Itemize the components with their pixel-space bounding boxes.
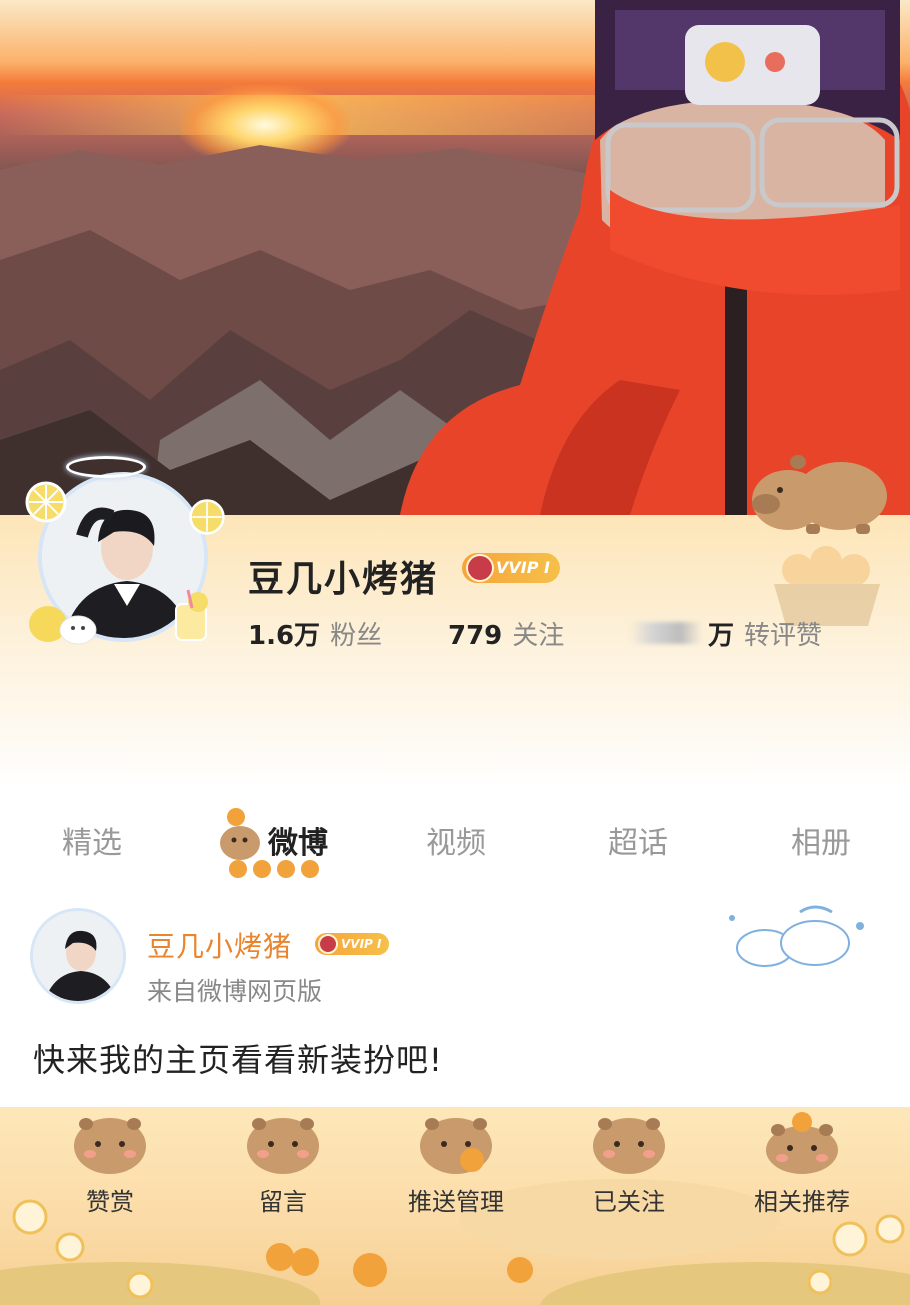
profile-username[interactable]: 豆几小烤猪	[248, 550, 438, 602]
likes-unit: 万	[708, 621, 735, 651]
following-label: 已关注	[593, 1188, 665, 1216]
capybara-reward-icon	[74, 1118, 146, 1174]
blurred-likes-count	[630, 622, 702, 644]
capybara-sticker	[752, 455, 887, 534]
cover-photo[interactable]	[0, 0, 910, 515]
vip-crown-icon	[318, 934, 338, 954]
post-vvip-badge-text: VVIP Ⅰ	[341, 937, 382, 951]
capybara-recommend-icon	[766, 1112, 838, 1174]
related-recommendations-button[interactable]: 相关推荐	[732, 1110, 872, 1217]
vip-crown-icon	[466, 554, 494, 582]
reward-label: 赞赏	[86, 1188, 134, 1216]
following-stat[interactable]: 779 关注	[448, 615, 564, 652]
lemon-slice-icon	[189, 499, 225, 535]
tab-super-topic[interactable]: 超话	[568, 818, 708, 862]
halo-decoration	[66, 456, 146, 478]
tab-album[interactable]: 相册	[751, 818, 891, 862]
followers-stat[interactable]: 1.6万 粉丝	[248, 615, 382, 652]
following-label: 关注	[512, 621, 565, 651]
tab-featured[interactable]: 精选	[22, 818, 162, 862]
post-avatar-portrait	[33, 911, 123, 1001]
following-button[interactable]: 已关注	[559, 1110, 699, 1217]
following-count: 779	[448, 621, 503, 651]
lemon-and-cat-icon	[29, 606, 97, 645]
post-vvip-badge[interactable]: VVIP Ⅰ	[315, 933, 390, 955]
active-tab-capybara-icon	[220, 808, 319, 878]
comment-button[interactable]: 留言	[213, 1110, 353, 1217]
post-text: 快来我的主页看看新装扮吧!	[33, 1041, 443, 1079]
followers-label: 粉丝	[330, 621, 383, 651]
likes-label: 转评赞	[744, 621, 823, 651]
vvip-badge[interactable]: VVIP Ⅰ	[462, 553, 560, 583]
capybara-comment-icon	[247, 1118, 319, 1174]
reward-button[interactable]: 赞赏	[40, 1110, 180, 1217]
capybara-push-icon	[420, 1118, 492, 1174]
lemonade-cup-icon	[175, 589, 208, 641]
push-management-button[interactable]: 推送管理	[386, 1110, 526, 1217]
followers-count: 1.6万	[248, 621, 321, 651]
post-source: 来自微博网页版	[147, 977, 323, 1006]
profile-avatar[interactable]	[25, 456, 225, 650]
related-recommendations-label: 相关推荐	[754, 1188, 850, 1216]
sleeping-bunnies-sticker	[729, 905, 864, 967]
lemon-icon	[25, 481, 67, 523]
post-author-name[interactable]: 豆几小烤猪	[147, 925, 292, 965]
tab-video[interactable]: 视频	[386, 818, 526, 862]
vvip-badge-text: VVIP Ⅰ	[496, 558, 550, 577]
post-author-avatar[interactable]	[30, 908, 126, 1004]
profile-tabs: 精选 微博 视频 超话 相册	[0, 800, 910, 880]
push-management-label: 推送管理	[408, 1188, 504, 1216]
capybara-following-icon	[593, 1118, 665, 1174]
comment-label: 留言	[259, 1188, 307, 1216]
likes-stat[interactable]: 万 转评赞	[630, 615, 822, 652]
selfie-person	[400, 0, 910, 515]
